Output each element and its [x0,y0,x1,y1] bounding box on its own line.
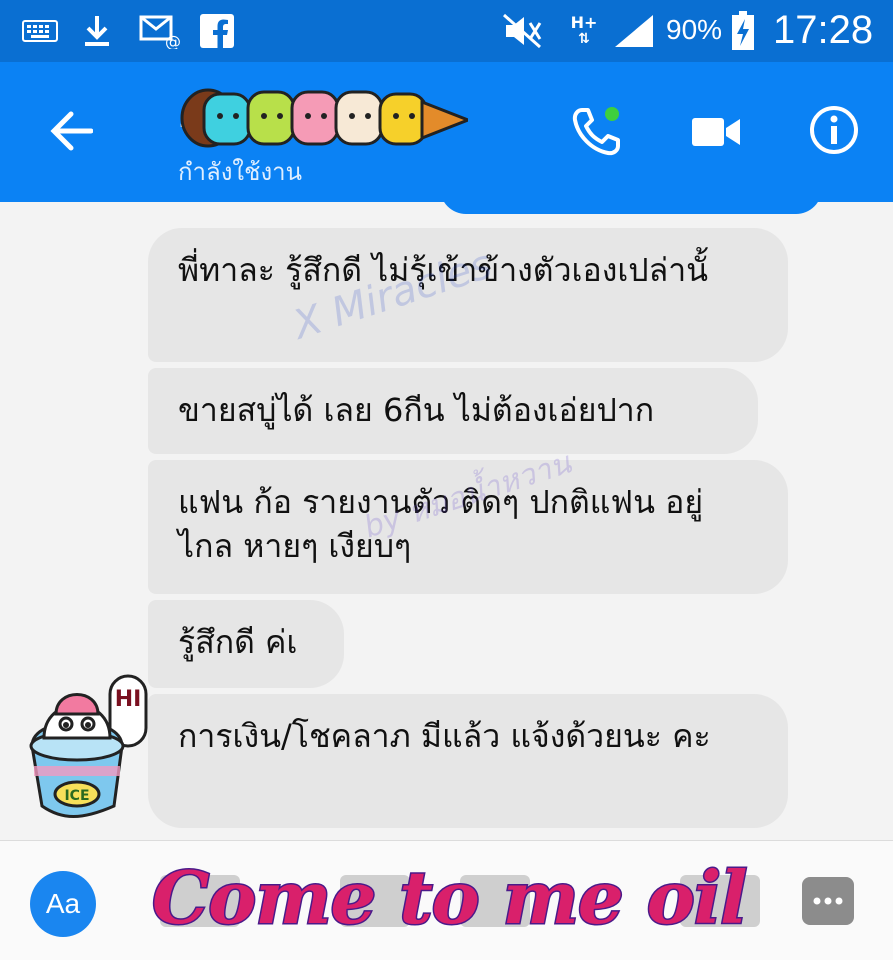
network-type: H+ [570,13,598,32]
phone-icon [572,107,620,156]
message-list[interactable]: พี่ทาละ รู้สึกดี ไม่รุ้เข้าข้างตัวเองเปล… [0,202,893,840]
mute-icon [500,10,544,52]
active-status: กำลังใช้งาน [178,158,303,186]
keyboard-icon [20,10,60,52]
video-camera-icon [692,118,740,146]
clock: 17:28 [773,8,874,52]
message-composer: Aa Come to me oil [0,840,893,960]
received-message[interactable]: การเงิน/โชคลาภ มีแล้ว แจ้งด้วยนะ คะ [148,694,788,828]
info-button[interactable] [804,100,864,160]
received-message[interactable]: รู้สึกดี ค่เ [148,600,344,688]
text-format-button[interactable]: Aa [30,871,96,937]
network-icon: H+ ⇅ [570,13,598,48]
sent-message-bubble[interactable] [440,202,822,214]
ice-cream-sticker-icon [180,88,468,148]
facebook-icon [198,10,236,52]
download-icon [80,10,114,52]
arrow-left-icon [50,111,93,151]
received-message[interactable]: ขายสบู่ได้ เลย 6กีน ไม่ต้องเอ่ยปาก [148,368,758,454]
battery-percent: 90% [666,14,723,45]
battery-icon [728,10,758,52]
video-call-button[interactable] [686,102,746,162]
ellipsis-icon [813,897,843,905]
more-options-button[interactable] [802,877,854,925]
back-button[interactable] [44,104,98,158]
conversation-header: ...oo... กำลังใช้งาน [0,62,893,202]
voice-call-button[interactable] [566,102,626,162]
status-bar: @ H+ ⇅ 90% 17:28 [0,0,893,62]
overlay-caption: Come to me oil [151,854,750,942]
email-icon: @ [138,10,182,52]
sender-avatar-sticker[interactable]: HI ICE [22,674,152,824]
info-icon [810,106,858,154]
avatar-label-text: ICE [64,788,89,804]
signal-icon [612,10,656,52]
avatar-bubble-text: HI [115,687,142,712]
svg-text:@: @ [165,32,181,49]
